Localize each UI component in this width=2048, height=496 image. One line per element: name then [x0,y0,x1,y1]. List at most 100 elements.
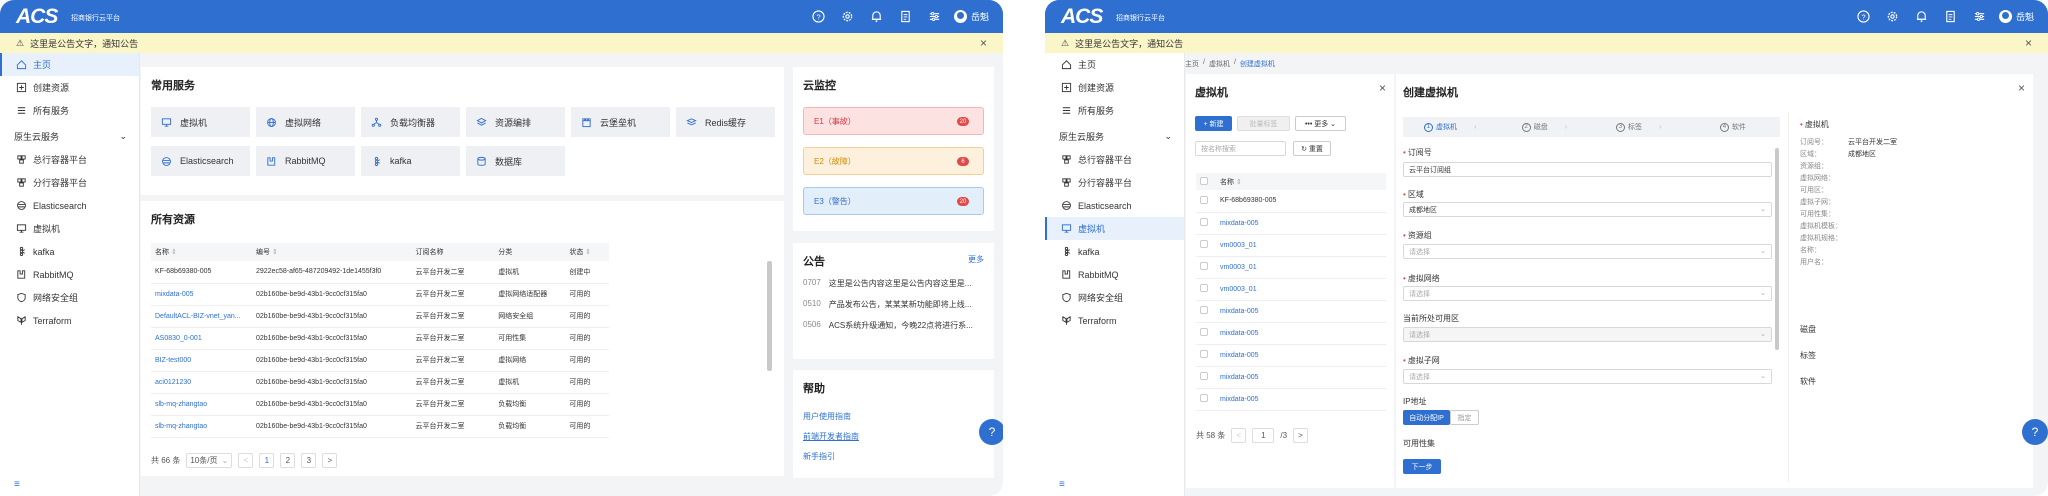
sidebar-service-1[interactable]: 分行容器平台 [1045,171,1184,194]
collapse-sidebar-icon[interactable]: ≡ [14,479,20,490]
vm-name[interactable]: mixdata-005 [1216,300,1386,323]
table-row[interactable]: slb-mq-zhangtao 02b160be-be9d-43b1-9cc0cf… [151,393,609,416]
page-3-button[interactable]: 3 [301,453,317,468]
vm-name[interactable]: mixdata-005 [1216,366,1386,389]
service-tile-8[interactable]: kafka [361,146,460,176]
table-row[interactable]: vm0003_01 [1196,278,1386,301]
table-cell[interactable]: slb-mq-zhangtao [151,393,252,416]
sidebar-item-1[interactable]: 创建资源 [0,76,139,99]
column-header[interactable]: 分类 [494,243,566,261]
scrollbar[interactable] [767,261,772,371]
table-cell[interactable]: aci0121230 [151,371,252,394]
table-row[interactable]: mixdata-005 [1196,300,1386,323]
sidebar-service-3[interactable]: 虚拟机 [0,217,139,240]
table-cell[interactable]: slb-mq-zhangtao [151,415,252,438]
scrollbar[interactable] [1775,148,1779,350]
row-checkbox[interactable] [1200,306,1208,314]
row-checkbox[interactable] [1200,394,1208,402]
service-tile-7[interactable]: RabbitMQ [256,146,355,176]
sidebar-service-7[interactable]: Terraform [1045,309,1184,332]
row-checkbox[interactable] [1200,240,1208,248]
row-checkbox[interactable] [1200,372,1208,380]
breadcrumb-vm[interactable]: 虚拟机 [1209,59,1230,69]
resource-group-select[interactable]: 请选择 ⌄ [1403,244,1772,259]
help-beginner-link[interactable]: 新手指引 [803,451,835,462]
gear-icon[interactable] [1878,0,1907,33]
sidebar-service-6[interactable]: 网络安全组 [1045,286,1184,309]
page-2-button[interactable]: 2 [280,453,296,468]
sidebar-service-7[interactable]: Terraform [0,309,139,332]
help-icon[interactable]: ? [804,0,833,33]
batch-tag-button[interactable]: 批量标签 [1237,116,1290,131]
more-link[interactable]: 更多 [968,254,984,265]
prev-page-button[interactable]: < [238,453,254,468]
alert-2[interactable]: E3（警告） 20 [803,187,984,215]
help-icon[interactable]: ? [1849,0,1878,33]
next-page-button[interactable]: > [322,453,338,468]
zone-select[interactable]: 请选择 ⌄ [1403,327,1772,342]
close-icon[interactable]: × [2018,81,2025,95]
sidebar-service-0[interactable]: 总行容器平台 [0,148,139,171]
close-icon[interactable]: × [980,36,987,50]
table-row[interactable]: KF-68b69380-005 2922ec58-af65-487209492-1… [151,261,609,284]
sort-icon[interactable]: ⇕ [1236,179,1242,186]
sidebar-item-2[interactable]: 所有服务 [1045,99,1184,122]
sidebar-service-2[interactable]: Elasticsearch [0,194,139,217]
vm-name[interactable]: mixdata-005 [1216,388,1386,411]
service-tile-4[interactable]: 云堡垒机 [571,107,670,137]
vm-name[interactable]: vm0003_01 [1216,234,1386,257]
sidebar-group[interactable]: 原生云服务 ⌄ [1045,125,1184,148]
table-row[interactable]: vm0003_01 [1196,256,1386,279]
document-icon[interactable] [1936,0,1965,33]
table-row[interactable]: mixdata-005 [1196,388,1386,411]
wizard-step-4[interactable]: 4 软件 [1686,122,1780,132]
logo[interactable]: ACS [16,5,58,29]
sort-icon[interactable]: ⇕ [272,249,278,256]
new-vm-button[interactable]: + 新建 [1195,116,1232,131]
service-tile-3[interactable]: 资源编排 [466,107,565,137]
help-fab-icon[interactable]: ? [979,419,1003,445]
table-row[interactable]: KF-68b69380-005 [1196,190,1386,213]
sidebar-group[interactable]: 原生云服务 ⌄ [0,125,139,148]
user-menu[interactable]: 岳魁 [953,10,989,23]
select-all-checkbox[interactable] [1200,176,1208,185]
vm-name[interactable]: mixdata-005 [1216,322,1386,345]
column-header[interactable]: 编号 ⇕ [251,243,412,261]
sidebar-item-0[interactable]: 主页 [1045,53,1184,76]
subscription-field[interactable]: 云平台订阅组 [1403,162,1772,177]
table-row[interactable]: mixdata-005 [1196,344,1386,367]
row-checkbox[interactable] [1200,262,1208,270]
service-tile-0[interactable]: 虚拟机 [151,107,250,137]
bell-icon[interactable] [1907,0,1936,33]
announcement-item[interactable]: 0707 这里是公告内容这里是公告内容这里是... [803,278,984,289]
table-row[interactable]: mixdata-005 [1196,366,1386,389]
row-checkbox[interactable] [1200,350,1208,358]
user-menu[interactable]: 岳魁 [1998,10,2034,23]
bell-icon[interactable] [862,0,891,33]
column-header[interactable]: 名称 ⇕ [151,243,252,261]
service-tile-1[interactable]: 虚拟网络 [256,107,355,137]
settings-sliders-icon[interactable] [920,0,949,33]
announcement-item[interactable]: 0510 产品发布公告，某某某新功能即将上线... [803,299,984,310]
sidebar-item-0[interactable]: 主页 [0,53,139,76]
sidebar-item-1[interactable]: 创建资源 [1045,76,1184,99]
close-icon[interactable]: × [1379,81,1386,95]
sidebar-service-1[interactable]: 分行容器平台 [0,171,139,194]
row-checkbox[interactable] [1200,195,1208,204]
gear-icon[interactable] [833,0,862,33]
table-row[interactable]: aci0121230 02b160be-be9d-43b1-9cc0cf315fa… [151,371,609,394]
service-tile-5[interactable]: Redis缓存 [676,107,775,137]
vm-name[interactable]: vm0003_01 [1216,256,1386,279]
help-user-guide-link[interactable]: 用户使用指南 [803,411,851,422]
page-input[interactable]: 1 [1252,428,1275,443]
document-icon[interactable] [891,0,920,33]
table-row[interactable]: mixdata-005 02b160be-be9d-43b1-9cc0cf315f… [151,283,609,306]
search-input[interactable]: 按名称搜索 [1195,141,1286,156]
table-cell[interactable]: mixdata-005 [151,283,252,306]
wizard-step-3[interactable]: 3 标签 › [1592,122,1686,132]
sidebar-service-4[interactable]: kafka [0,240,139,263]
vnet-select[interactable]: 请选择 ⌄ [1403,286,1772,301]
table-row[interactable]: BIZ-test000 02b160be-be9d-43b1-9cc0cf315f… [151,349,609,372]
table-row[interactable]: slb-mq-zhangtao 02b160be-be9d-43b1-9cc0cf… [151,415,609,438]
sidebar-item-2[interactable]: 所有服务 [0,99,139,122]
